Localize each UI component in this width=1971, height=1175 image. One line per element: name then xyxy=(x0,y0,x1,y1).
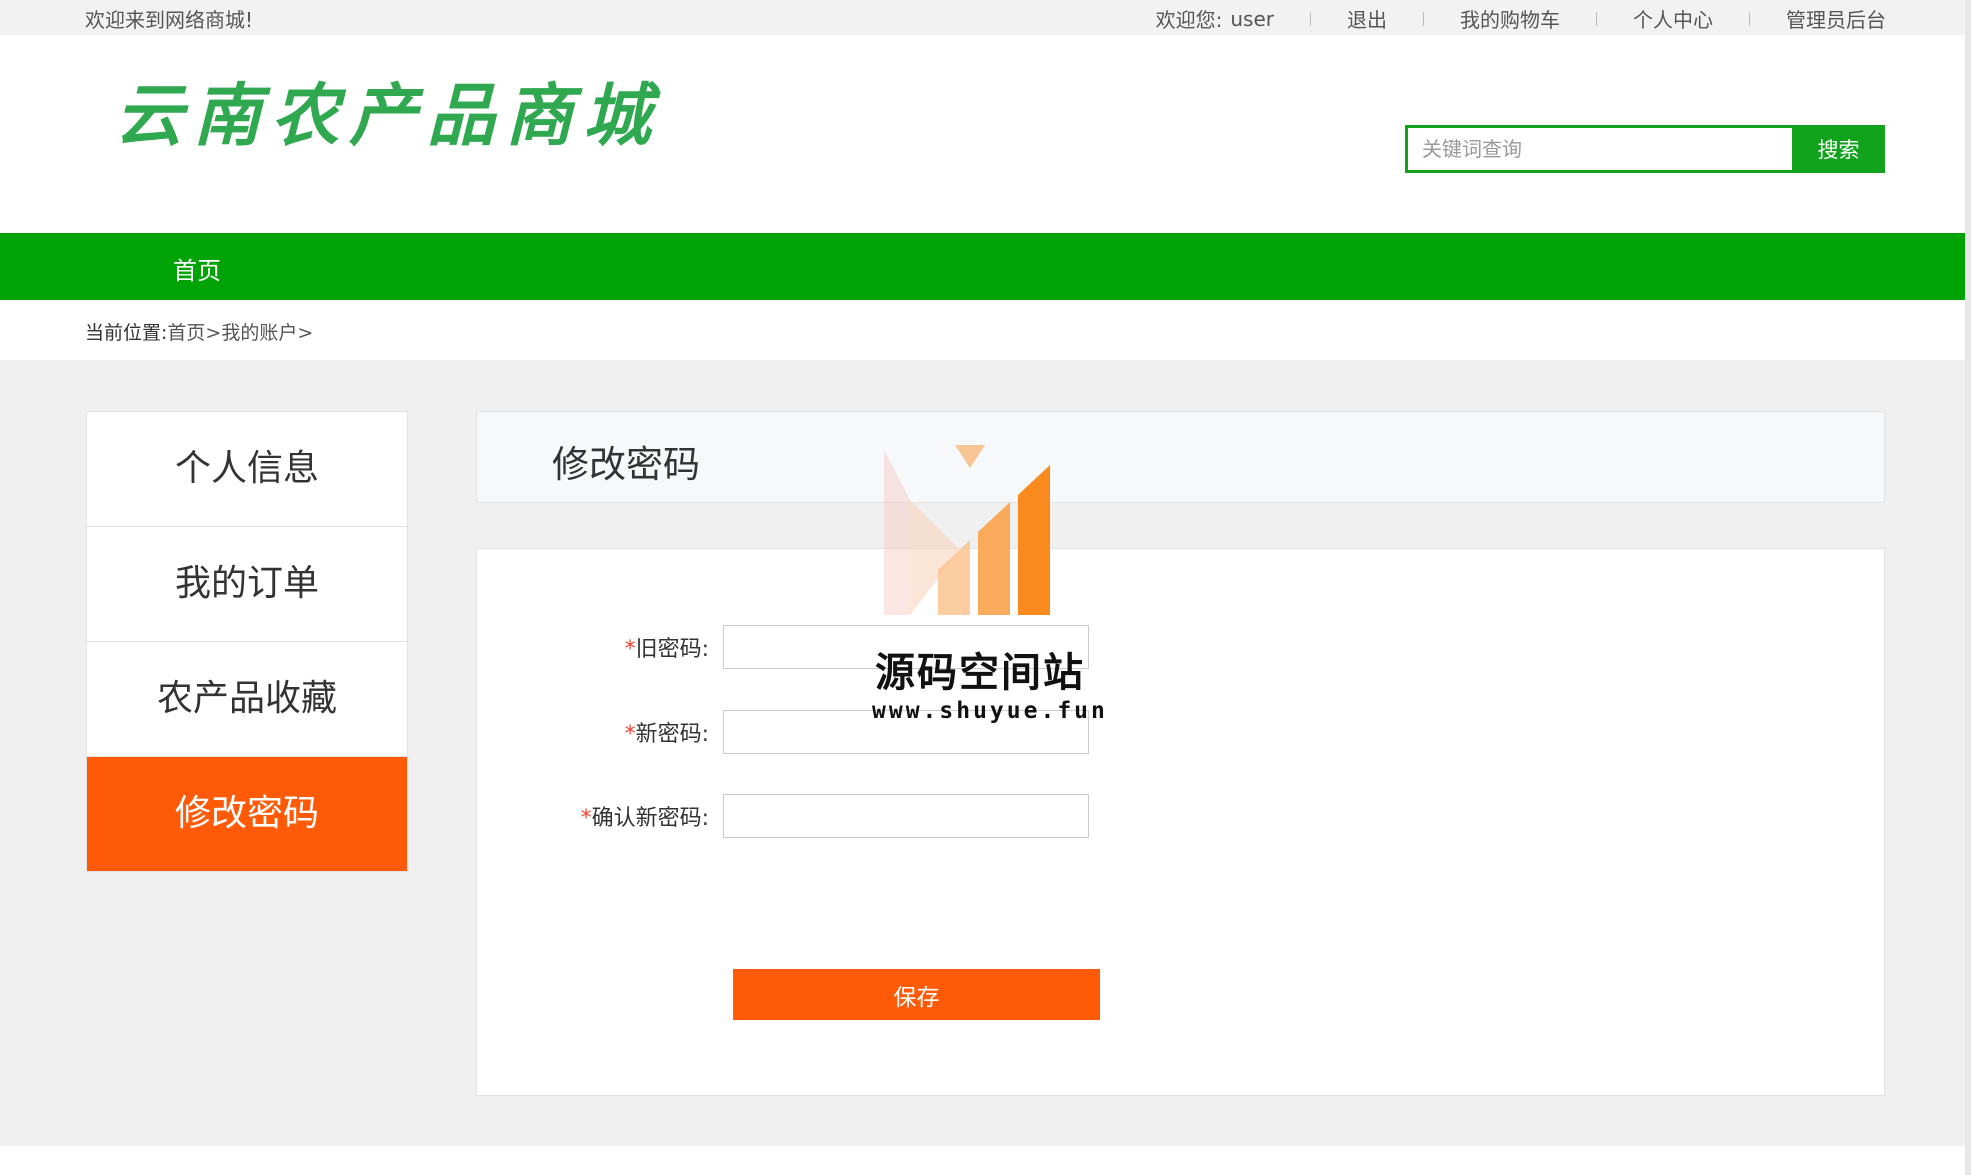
breadcrumb: 当前位置:首页>我的账户> xyxy=(85,318,313,345)
confirm-password-input[interactable] xyxy=(723,794,1089,838)
breadcrumb-separator: > xyxy=(297,322,314,344)
top-links: 欢迎您: user 退出 我的购物车 个人中心 管理员后台 xyxy=(1156,4,1886,33)
divider xyxy=(1749,11,1750,26)
confirm-password-label: *确认新密码: xyxy=(477,800,719,832)
save-button[interactable]: 保存 xyxy=(733,969,1100,1020)
search-bar: 搜索 xyxy=(1405,125,1885,173)
watermark-url: www.shuyue.fun xyxy=(872,698,1108,724)
old-password-label-text: 旧密码: xyxy=(635,637,709,662)
confirm-password-label-text: 确认新密码: xyxy=(591,806,709,831)
breadcrumb-prefix: 当前位置: xyxy=(85,322,168,344)
cart-link[interactable]: 我的购物车 xyxy=(1460,4,1560,33)
new-password-label: *新密码: xyxy=(477,716,719,748)
scrollbar-track[interactable] xyxy=(1965,0,1971,1175)
divider xyxy=(1423,11,1424,26)
top-bar: 欢迎来到网络商城! 欢迎您: user 退出 我的购物车 个人中心 管理员后台 xyxy=(0,0,1971,35)
new-password-label-text: 新密码: xyxy=(635,722,709,747)
site-logo[interactable]: 云南农产品商城 xyxy=(115,60,661,159)
sidebar-item-profile[interactable]: 个人信息 xyxy=(87,412,407,527)
password-form: *旧密码: *新密码: *确认新密码: 保存 xyxy=(476,548,1885,1096)
breadcrumb-account[interactable]: 我的账户 xyxy=(221,322,297,344)
username-text: user xyxy=(1230,6,1274,31)
search-button[interactable]: 搜索 xyxy=(1792,125,1885,173)
search-input[interactable] xyxy=(1405,125,1792,173)
nav-item-home[interactable]: 首页 xyxy=(173,251,221,286)
old-password-label: *旧密码: xyxy=(477,631,719,663)
account-sidebar: 个人信息 我的订单 农产品收藏 修改密码 xyxy=(86,411,408,872)
personal-center-link[interactable]: 个人中心 xyxy=(1633,4,1713,33)
breadcrumb-separator: > xyxy=(205,322,222,344)
required-mark: * xyxy=(624,722,636,747)
page-title: 修改密码 xyxy=(552,443,700,486)
logout-link[interactable]: 退出 xyxy=(1347,4,1387,33)
sidebar-item-favorites[interactable]: 农产品收藏 xyxy=(87,642,407,757)
footer-strip xyxy=(0,1146,1971,1175)
welcome-text: 欢迎来到网络商城! xyxy=(85,8,254,32)
header: 云南农产品商城 搜索 xyxy=(0,35,1971,233)
required-mark: * xyxy=(624,637,636,662)
page-title-box: 修改密码 xyxy=(476,411,1885,503)
required-mark: * xyxy=(580,806,592,831)
admin-link[interactable]: 管理员后台 xyxy=(1786,4,1886,33)
greeting-text: 欢迎您: xyxy=(1155,8,1223,32)
main-nav: 首页 xyxy=(0,233,1971,300)
divider xyxy=(1310,11,1311,26)
sidebar-item-change-password[interactable]: 修改密码 xyxy=(87,757,407,871)
watermark-title: 源码空间站 xyxy=(875,650,1085,696)
sidebar-item-orders[interactable]: 我的订单 xyxy=(87,527,407,642)
breadcrumb-home[interactable]: 首页 xyxy=(167,322,205,344)
breadcrumb-bar: 当前位置:首页>我的账户> xyxy=(0,300,1971,360)
divider xyxy=(1596,11,1597,26)
form-row-confirm-password: *确认新密码: xyxy=(477,793,1089,839)
